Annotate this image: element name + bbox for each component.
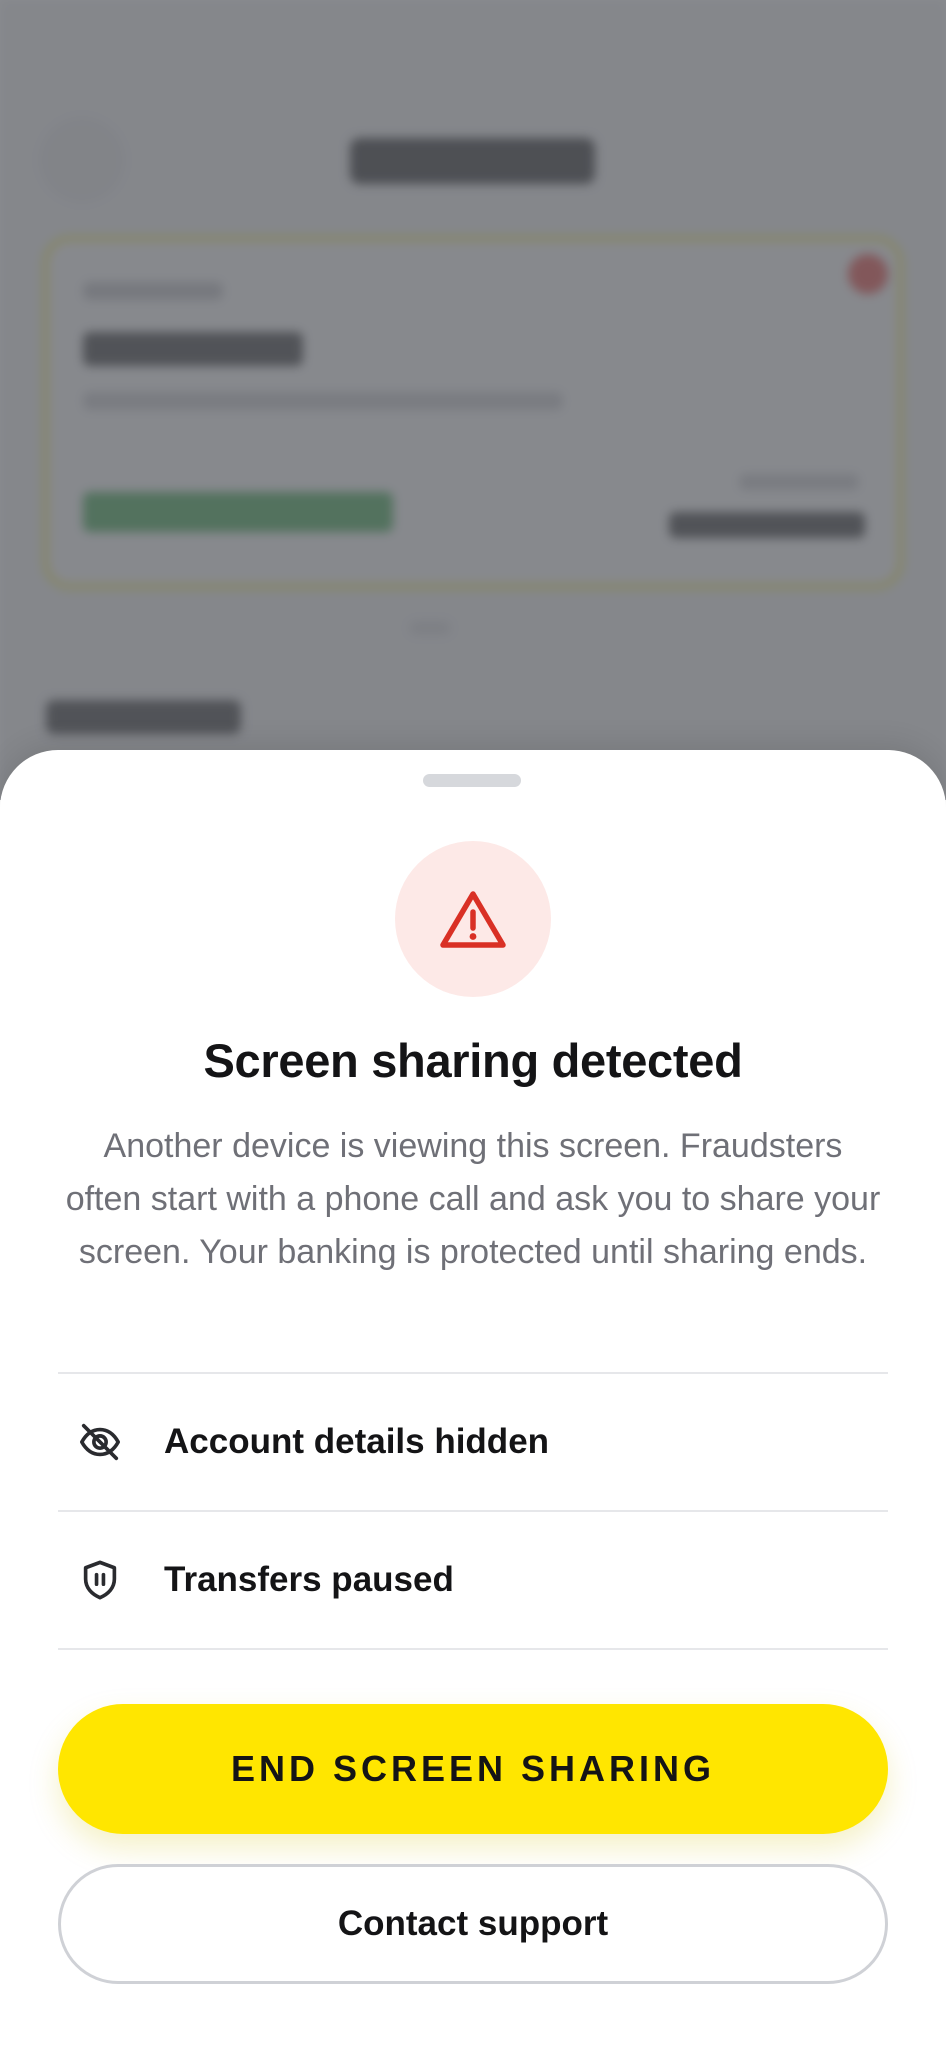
end-screen-sharing-button[interactable]: END SCREEN SHARING xyxy=(58,1704,888,1834)
sheet-description: Another device is viewing this screen. F… xyxy=(65,1127,881,1271)
status-item-label: Account details hidden xyxy=(164,1422,550,1461)
sheet-grabber[interactable] xyxy=(423,774,521,787)
warning-triangle-icon xyxy=(440,891,506,948)
divider xyxy=(58,1648,888,1650)
modal-scrim[interactable] xyxy=(0,0,946,800)
alert-badge xyxy=(395,841,551,997)
contact-support-button[interactable]: Contact support xyxy=(58,1864,888,1984)
screen: Screen sharing detected Another device i… xyxy=(0,0,946,2048)
status-item-transfers-paused: Transfers paused xyxy=(58,1512,888,1648)
status-item-label: Transfers paused xyxy=(164,1560,454,1599)
shield-pause-icon xyxy=(58,1538,142,1622)
screen-sharing-sheet: Screen sharing detected Another device i… xyxy=(0,750,946,2048)
status-item-details-hidden: Account details hidden xyxy=(58,1374,888,1510)
eye-off-icon xyxy=(58,1400,142,1484)
sheet-title: Screen sharing detected xyxy=(203,1034,743,1087)
